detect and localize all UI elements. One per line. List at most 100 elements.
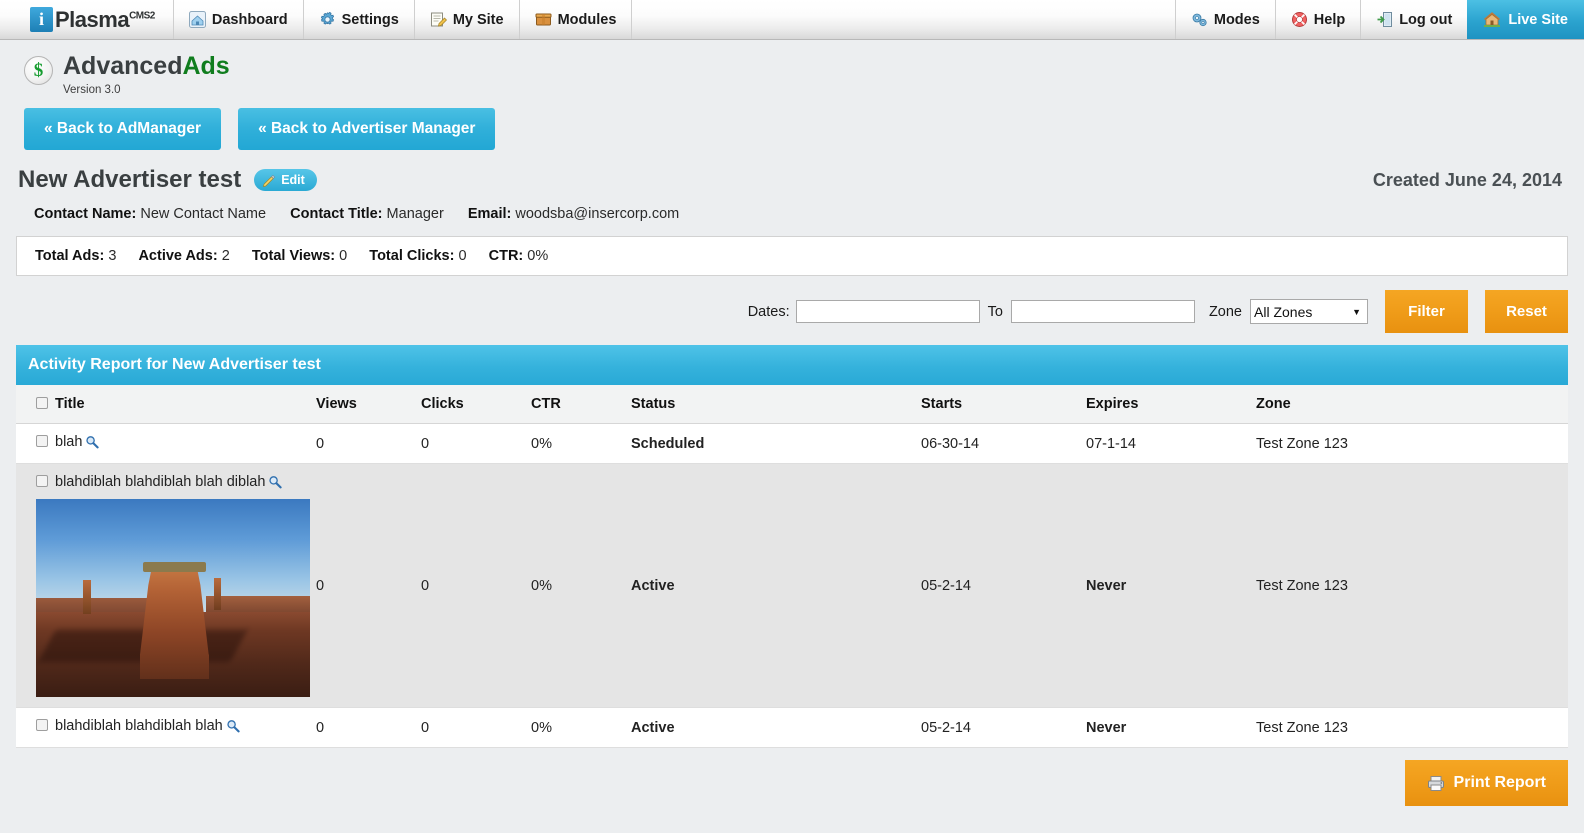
- gears-icon: [1191, 11, 1208, 28]
- total-views-label: Total Views:: [251, 248, 336, 264]
- brand-name: PlasmaCMS2: [55, 6, 155, 32]
- page-body: $ AdvancedAds Version 3.0 « Back to AdMa…: [0, 40, 1584, 806]
- table-row[interactable]: blahdiblah blahdiblah blah 0 0 0% Active…: [16, 707, 1568, 748]
- contact-name-value: New Contact Name: [140, 206, 267, 222]
- back-to-admanager-button[interactable]: « Back to AdManager: [24, 108, 222, 150]
- column-header-zone[interactable]: Zone: [1256, 385, 1568, 424]
- to-label: To: [987, 303, 1003, 320]
- nav-item-my-site[interactable]: My Site: [415, 0, 520, 39]
- table-header-row: Title Views Clicks CTR Status Starts Exp…: [16, 385, 1568, 424]
- column-header-views[interactable]: Views: [316, 385, 421, 424]
- zone-label: Zone: [1208, 303, 1242, 320]
- total-views-value: 0: [339, 248, 348, 264]
- cell-expires: Never: [1086, 707, 1256, 748]
- dashboard-icon: [188, 11, 206, 28]
- box-icon: [535, 11, 552, 28]
- contact-title-label: Contact Title:: [290, 206, 383, 222]
- brand-logo-plasma-cms[interactable]: i PlasmaCMS2: [0, 0, 174, 39]
- cell-title: blah: [16, 423, 316, 464]
- active-ads-value: 2: [221, 248, 230, 264]
- column-header-expires[interactable]: Expires: [1086, 385, 1256, 424]
- ad-thumbnail-image[interactable]: [36, 499, 310, 697]
- date-to-input[interactable]: [1010, 300, 1195, 323]
- nav-label: My Site: [452, 11, 504, 28]
- ctr-value: 0%: [527, 248, 549, 264]
- home-icon: [1483, 11, 1501, 28]
- activity-report-table: Title Views Clicks CTR Status Starts Exp…: [16, 385, 1568, 748]
- nav-right-group: Modes Help Log out Live Site: [1174, 0, 1584, 39]
- cell-starts: 05-2-14: [921, 707, 1086, 748]
- nav-item-modes[interactable]: Modes: [1174, 0, 1275, 39]
- reset-button[interactable]: Reset: [1485, 290, 1568, 333]
- cell-starts: 05-2-14: [921, 463, 1086, 708]
- row-checkbox[interactable]: [36, 719, 48, 731]
- magnifier-icon[interactable]: [226, 719, 240, 737]
- printer-icon: [1427, 775, 1445, 792]
- nav-item-modules[interactable]: Modules: [520, 0, 633, 39]
- active-ads-label: Active Ads:: [138, 248, 218, 264]
- total-clicks-value: 0: [458, 248, 467, 264]
- activity-report-panel: Activity Report for New Advertiser test …: [16, 345, 1568, 748]
- cell-ctr: 0%: [531, 463, 631, 708]
- edit-button[interactable]: Edit: [254, 169, 317, 191]
- column-header-starts[interactable]: Starts: [921, 385, 1086, 424]
- pencil-note-icon: [430, 11, 447, 28]
- select-all-checkbox[interactable]: [36, 397, 48, 409]
- cell-clicks: 0: [421, 707, 531, 748]
- column-header-status[interactable]: Status: [631, 385, 921, 424]
- cell-status: Active: [631, 463, 921, 708]
- module-title: AdvancedAds: [63, 52, 230, 80]
- nav-item-log-out[interactable]: Log out: [1360, 0, 1467, 39]
- row-checkbox[interactable]: [36, 435, 48, 447]
- column-header-title[interactable]: Title: [16, 385, 316, 424]
- nav-label: Dashboard: [211, 11, 288, 28]
- cell-expires: Never: [1086, 463, 1256, 708]
- email-value: woodsba@insercorp.com: [515, 206, 680, 222]
- column-header-clicks[interactable]: Clicks: [421, 385, 531, 424]
- stats-summary-bar: Total Ads: 3 Active Ads: 2 Total Views: …: [16, 236, 1568, 276]
- nav-label: Settings: [341, 11, 399, 28]
- report-heading: Activity Report for New Advertiser test: [16, 345, 1568, 385]
- nav-item-settings[interactable]: Settings: [304, 0, 415, 39]
- back-to-advertiser-manager-button[interactable]: « Back to Advertiser Manager: [238, 108, 496, 150]
- table-row[interactable]: blahdiblah blahdiblah blah diblah 0 0 0%…: [16, 463, 1568, 708]
- advertiser-title-row: New Advertiser test Edit Created June 24…: [8, 150, 1576, 194]
- print-report-label: Print Report: [1453, 774, 1546, 791]
- info-logo-icon: i: [30, 7, 53, 32]
- filter-button[interactable]: Filter: [1385, 290, 1468, 333]
- print-report-button[interactable]: Print Report: [1404, 760, 1568, 806]
- zone-select-wrapper: All Zones ▼: [1250, 299, 1368, 324]
- column-header-ctr[interactable]: CTR: [531, 385, 631, 424]
- nav-label: Modules: [557, 11, 617, 28]
- contact-title-value: Manager: [386, 206, 444, 222]
- module-version: Version 3.0: [63, 84, 121, 96]
- module-header: $ AdvancedAds Version 3.0: [8, 40, 1576, 96]
- filter-bar: Dates: To Zone All Zones ▼ Filter Reset: [8, 276, 1576, 345]
- nav-item-live-site[interactable]: Live Site: [1467, 0, 1584, 39]
- cell-status: Active: [631, 707, 921, 748]
- nav-item-dashboard[interactable]: Dashboard: [174, 0, 304, 39]
- cell-zone: Test Zone 123: [1256, 423, 1568, 464]
- zone-select[interactable]: All Zones: [1250, 299, 1368, 324]
- back-button-row: « Back to AdManager « Back to Advertiser…: [8, 96, 1576, 150]
- date-from-input[interactable]: [795, 300, 980, 323]
- table-row[interactable]: blah 0 0 0% Scheduled 06-30-14 07-1-14 T…: [16, 423, 1568, 464]
- print-row: Print Report: [8, 748, 1576, 806]
- cell-clicks: 0: [421, 423, 531, 464]
- magnifier-icon[interactable]: [268, 475, 283, 493]
- nav-label: Live Site: [1508, 11, 1568, 28]
- lifering-icon: [1291, 11, 1308, 28]
- top-navigation-bar: i PlasmaCMS2 Dashboard Settings My Site …: [0, 0, 1584, 40]
- cell-expires: 07-1-14: [1086, 423, 1256, 464]
- dates-label: Dates:: [747, 303, 790, 320]
- nav-item-help[interactable]: Help: [1274, 0, 1360, 39]
- cell-title: blahdiblah blahdiblah blah diblah: [16, 463, 316, 708]
- row-checkbox[interactable]: [36, 475, 48, 487]
- page-title: New Advertiser test: [18, 166, 242, 193]
- gear-icon: [319, 11, 336, 28]
- cell-zone: Test Zone 123: [1256, 463, 1568, 708]
- nav-label: Modes: [1213, 11, 1260, 28]
- nav-label: Log out: [1399, 11, 1453, 28]
- cell-status: Scheduled: [631, 423, 921, 464]
- magnifier-icon[interactable]: [85, 435, 100, 453]
